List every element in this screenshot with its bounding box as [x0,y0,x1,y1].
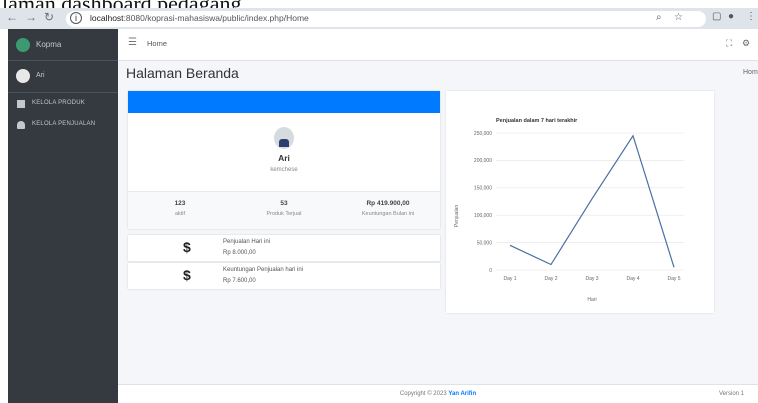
y-tick-label: 250,000 [474,131,492,137]
stat-label: aktif [174,211,186,217]
dollar-icon: $ [183,267,191,283]
url-host: localhost [90,13,124,23]
profile-card-header [128,91,440,113]
stat-value: Rp 419.900,00 [366,200,410,207]
profile-role: kemchese [270,167,298,173]
browser-toolbar: ← → ↻ i localhost:8080/koprasi-mahasiswa… [0,8,758,29]
info-icon[interactable]: i [70,12,82,24]
profile-icon[interactable]: ● [728,11,734,22]
brand[interactable]: Kopma [8,29,118,61]
breadcrumb[interactable]: Hom [743,69,758,76]
sidebar: Kopma Ari KELOLA PRODUK KELOLA PENJUALAN [8,29,118,403]
stat-label: Produk Terjual [266,211,302,217]
stat-value: 53 [280,200,288,207]
back-icon[interactable]: ← [6,10,18,24]
copyright: Copyright © 2023 Yan Arifin [118,391,758,397]
user-icon [17,121,25,129]
sidebar-user-name: Ari [36,72,45,79]
stat-aktif: 123 aktif [128,200,232,217]
y-tick-label: 200,000 [474,158,492,164]
y-tick-label: 100,000 [474,213,492,219]
series-line [509,134,675,268]
profile-card: Ari kemchese 123 aktif 53 Produk Terjual… [128,91,440,229]
nav-home-link[interactable]: Home [147,39,167,48]
info-box-value: Rp 7.600,00 [223,278,256,284]
version: Version 1 [719,391,745,397]
hamburger-icon[interactable]: ☰ [128,37,137,48]
sidebar-item-label: KELOLA PENJUALAN [32,121,96,127]
brand-name: Kopma [36,40,62,49]
sales-line-chart: Penjualan dalam 7 hari terakhir Penjuala… [454,118,684,303]
stat-produk-terjual: 53 Produk Terjual [232,200,336,217]
y-tick-label: 50,000 [477,240,493,246]
profile-stats: 123 aktif 53 Produk Terjual Rp 419.900,0… [128,191,440,229]
chart-card: Penjualan dalam 7 hari terakhir Penjuala… [446,91,714,313]
footer: Copyright © 2023 Yan Arifin Version 1 [118,384,758,403]
author-link[interactable]: Yan Arifin [448,391,476,397]
x-tick-label: Day 3 [585,276,598,282]
main-content: ☰ Home ⛶ ⚙ Halaman Beranda Hom Ari kemch… [118,29,758,403]
gear-icon[interactable]: ⚙ [742,38,750,49]
top-navbar: ☰ Home ⛶ ⚙ [118,29,758,61]
zoom-icon[interactable]: ⌕ [656,12,662,23]
reload-icon[interactable]: ↻ [44,10,54,24]
copyright-text: Copyright © 2023 [399,391,447,397]
url-path: :8080/koprasi-mahasiswa/public/index.php… [123,13,309,23]
profile-name: Ari [278,153,290,163]
chart-xlabel: Hari [587,297,596,303]
sidebar-item-label: KELOLA PRODUK [32,100,85,106]
forward-icon[interactable]: → [25,10,37,24]
x-tick-label: Day 4 [626,276,639,282]
stat-label: Keuntungan Bulan ini [361,211,415,217]
fullscreen-icon[interactable]: ⛶ [726,38,732,49]
extension-icon[interactable]: ▢ [712,11,721,22]
x-tick-label: Day 1 [503,276,516,282]
info-box-title: Keuntungan Penjualan hari ini [223,267,304,273]
y-tick-label: 150,000 [474,186,492,192]
info-box-value: Rp 8.000,00 [223,250,256,256]
sidebar-item-kelola-produk[interactable]: KELOLA PRODUK [8,99,118,113]
star-icon[interactable]: ☆ [674,12,683,23]
box-icon [17,100,25,108]
page-title: Halaman Beranda [126,65,239,81]
chart-title: Penjualan dalam 7 hari terakhir [496,118,578,124]
stat-keuntungan: Rp 419.900,00 Keuntungan Bulan ini [336,200,440,217]
y-tick-label: 0 [489,268,492,274]
dollar-icon: $ [183,239,191,255]
avatar [16,69,30,83]
sidebar-item-kelola-penjualan[interactable]: KELOLA PENJUALAN [8,120,118,134]
stat-value: 123 [174,200,186,207]
chart-ylabel: Penjualan [454,205,460,227]
info-box-penjualan: $ Penjualan Hari ini Rp 8.000,00 [128,235,440,261]
url-text: localhost:8080/koprasi-mahasiswa/public/… [90,13,309,23]
profile-avatar [274,127,294,149]
x-tick-label: Day 5 [667,276,680,282]
brand-logo [16,38,30,52]
address-bar[interactable]: i localhost:8080/koprasi-mahasiswa/publi… [66,11,706,27]
info-box-keuntungan: $ Keuntungan Penjualan hari ini Rp 7.600… [128,263,440,289]
x-tick-label: Day 2 [544,276,557,282]
info-box-title: Penjualan Hari ini [223,239,271,245]
menu-icon[interactable]: ⋮ [746,11,756,22]
sidebar-user[interactable]: Ari [8,61,118,93]
